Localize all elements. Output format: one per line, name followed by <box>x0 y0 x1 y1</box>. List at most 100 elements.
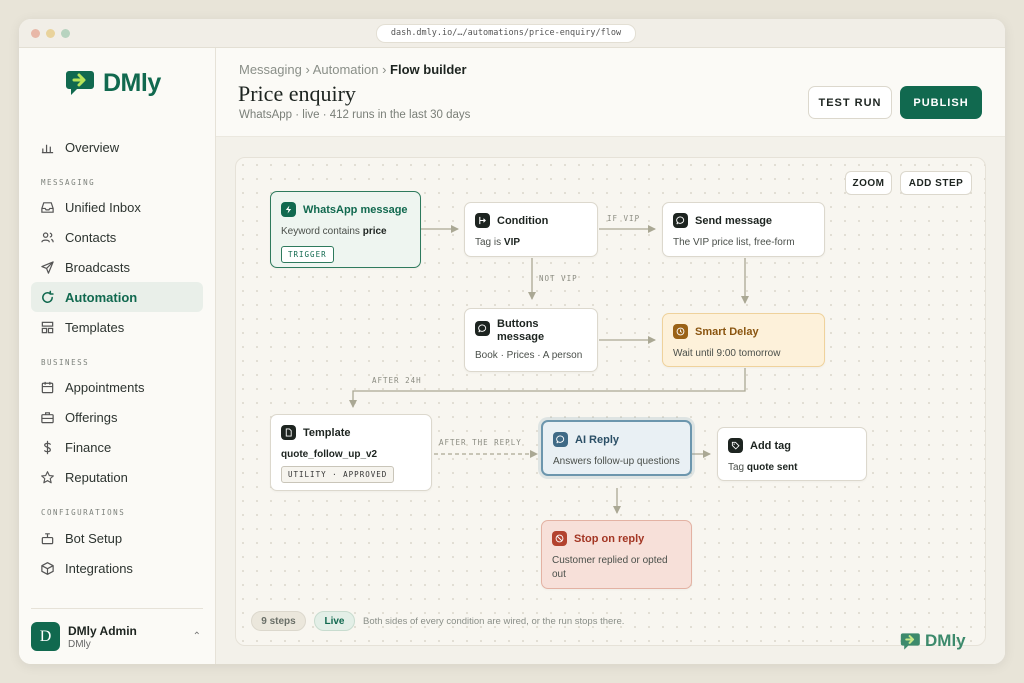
page-title: Price enquiry <box>238 81 356 106</box>
close-window-dot[interactable] <box>31 29 40 38</box>
sidebar-item-appointments[interactable]: Appointments <box>31 372 203 402</box>
page-subtitle: WhatsApp · live · 412 runs in the last 3… <box>239 109 471 121</box>
sidebar-item-label: Bot Setup <box>65 530 123 546</box>
maximize-window-dot[interactable] <box>61 29 70 38</box>
node-title: Buttons message <box>497 318 545 343</box>
chevron-up-down-icon[interactable]: ⌃ <box>193 631 201 642</box>
zoom-button[interactable]: ZOOM <box>845 171 892 195</box>
node-smart-delay[interactable]: Smart Delay Wait until 9:00 tomorrow <box>662 313 825 367</box>
brand-logo[interactable]: DMly <box>65 68 161 98</box>
publish-button[interactable]: PUBLISH <box>900 86 982 119</box>
calendar-icon <box>41 381 54 393</box>
node-body-text: Answers follow-up questions <box>553 456 680 467</box>
sidebar-item-inbox[interactable]: Unified Inbox <box>31 192 203 222</box>
sidebar-item-templates[interactable]: Templates <box>31 312 203 342</box>
node-title: Condition <box>497 214 549 227</box>
test-run-button[interactable]: TEST RUN <box>808 86 892 119</box>
breadcrumb-current: Flow builder <box>390 62 467 77</box>
section-label-business: BUSINESS <box>41 358 90 367</box>
layout-icon <box>41 321 54 333</box>
sidebar-item-label: Integrations <box>65 560 133 576</box>
trigger-badge: TRIGGER <box>281 246 334 263</box>
add-step-button[interactable]: ADD STEP <box>900 171 972 195</box>
sidebar-item-label: Unified Inbox <box>65 199 141 215</box>
node-add-tag[interactable]: Add tag Tag quote sent <box>717 427 867 481</box>
node-keyword: price <box>362 226 387 237</box>
star-icon <box>41 470 54 483</box>
branch-icon <box>475 213 490 228</box>
node-body-text: Customer replied or opted out <box>552 555 668 580</box>
dollar-icon <box>44 440 51 454</box>
document-icon <box>281 425 296 440</box>
sidebar-item-reputation[interactable]: Reputation <box>31 462 203 492</box>
node-ai-reply[interactable]: AI Reply Answers follow-up questions <box>541 420 692 476</box>
node-condition[interactable]: Condition Tag is VIP <box>464 202 598 257</box>
breadcrumb-messaging[interactable]: Messaging › <box>239 62 310 77</box>
sidebar-item-label: Finance <box>65 439 112 455</box>
sidebar-item-bot-setup[interactable]: Bot Setup <box>31 523 203 553</box>
sidebar-item-offerings[interactable]: Offerings <box>31 402 203 432</box>
sidebar-item-finance[interactable]: Finance <box>31 432 203 462</box>
brand-name: DMly <box>103 68 161 97</box>
bar-chart-icon <box>41 144 54 153</box>
users-icon <box>41 231 54 242</box>
sidebar-item-contacts[interactable]: Contacts <box>31 222 203 252</box>
section-label-configurations: CONFIGURATIONS <box>41 508 126 517</box>
node-body-text: Tag <box>728 462 747 473</box>
clock-icon <box>673 324 688 339</box>
node-template[interactable]: Template quote_follow_up_v2 UTILITY · AP… <box>270 414 432 491</box>
node-title: Send message <box>695 214 773 227</box>
edge-label-if-vip: IF VIP <box>607 214 641 223</box>
node-stop-on-reply[interactable]: Stop on reply Customer replied or opted … <box>541 520 692 589</box>
steps-count-badge: 9 steps <box>251 611 306 631</box>
node-title: AI Reply <box>575 433 620 446</box>
chat-bubble-icon <box>553 432 568 447</box>
live-status-badge: Live <box>314 611 355 631</box>
sidebar-item-integrations[interactable]: Integrations <box>31 553 203 583</box>
minimize-window-dot[interactable] <box>46 29 55 38</box>
node-title: Add tag <box>750 439 791 452</box>
url-bar[interactable]: dash.dmly.io/…/automations/price-enquiry… <box>376 24 636 43</box>
user-name: DMly Admin <box>68 623 137 638</box>
chat-bubble-icon <box>673 213 688 228</box>
node-body-text: The VIP price list, free-form <box>673 237 795 248</box>
briefcase-icon <box>41 411 54 423</box>
avatar: D <box>31 622 60 651</box>
sidebar-item-label: Appointments <box>65 379 145 395</box>
page-header: Messaging › Automation › Flow builder Pr… <box>216 48 1005 137</box>
cube-icon <box>41 561 54 575</box>
canvas-footer-note: Both sides of every condition are wired,… <box>363 616 625 627</box>
main-area: ZOOM ADD STEP IF VIP NOT VIP AFTER 24H A… <box>216 137 1005 664</box>
sidebar-item-label: Reputation <box>65 469 128 485</box>
edge-label-after-reply: AFTER THE REPLY <box>439 438 522 447</box>
canvas-watermark-logo: DMly <box>900 631 966 651</box>
stop-icon <box>552 531 567 546</box>
user-menu[interactable]: D DMly Admin DMly ⌃ <box>31 608 203 658</box>
node-buttons-message[interactable]: Buttons message Book · Prices · A person <box>464 308 598 372</box>
inbox-icon <box>41 201 54 213</box>
sidebar-item-automation[interactable]: Automation <box>31 282 203 312</box>
node-send-message[interactable]: Send message The VIP price list, free-fo… <box>662 202 825 257</box>
refresh-icon <box>42 290 54 303</box>
node-tag-value: quote sent <box>746 462 798 473</box>
node-trigger[interactable]: WhatsApp message Keyword contains price … <box>270 191 421 268</box>
user-org: DMly <box>68 638 91 650</box>
node-body-text: Tag is <box>475 237 504 248</box>
dmly-logo-icon <box>900 632 920 650</box>
edge-label-after-24h: AFTER 24H <box>372 376 422 385</box>
node-title: Stop on reply <box>574 532 645 545</box>
send-icon <box>41 260 54 274</box>
breadcrumb: Messaging › Automation › Flow builder <box>239 62 467 77</box>
app-window: dash.dmly.io/…/automations/price-enquiry… <box>19 19 1005 664</box>
node-title: Smart Delay <box>695 325 759 338</box>
sidebar-item-overview[interactable]: Overview <box>31 132 203 162</box>
node-body-text: Wait until 9:00 tomorrow <box>673 348 781 359</box>
sidebar-item-broadcasts[interactable]: Broadcasts <box>31 252 203 282</box>
browser-titlebar: dash.dmly.io/…/automations/price-enquiry… <box>19 19 1005 48</box>
node-title: Template <box>303 426 351 439</box>
sidebar-item-label: Contacts <box>65 229 117 245</box>
edge-label-not-vip: NOT VIP <box>539 274 578 283</box>
flow-canvas[interactable]: ZOOM ADD STEP IF VIP NOT VIP AFTER 24H A… <box>235 157 986 650</box>
breadcrumb-automation[interactable]: Automation › <box>313 62 387 77</box>
dmly-logo-icon <box>66 71 94 95</box>
